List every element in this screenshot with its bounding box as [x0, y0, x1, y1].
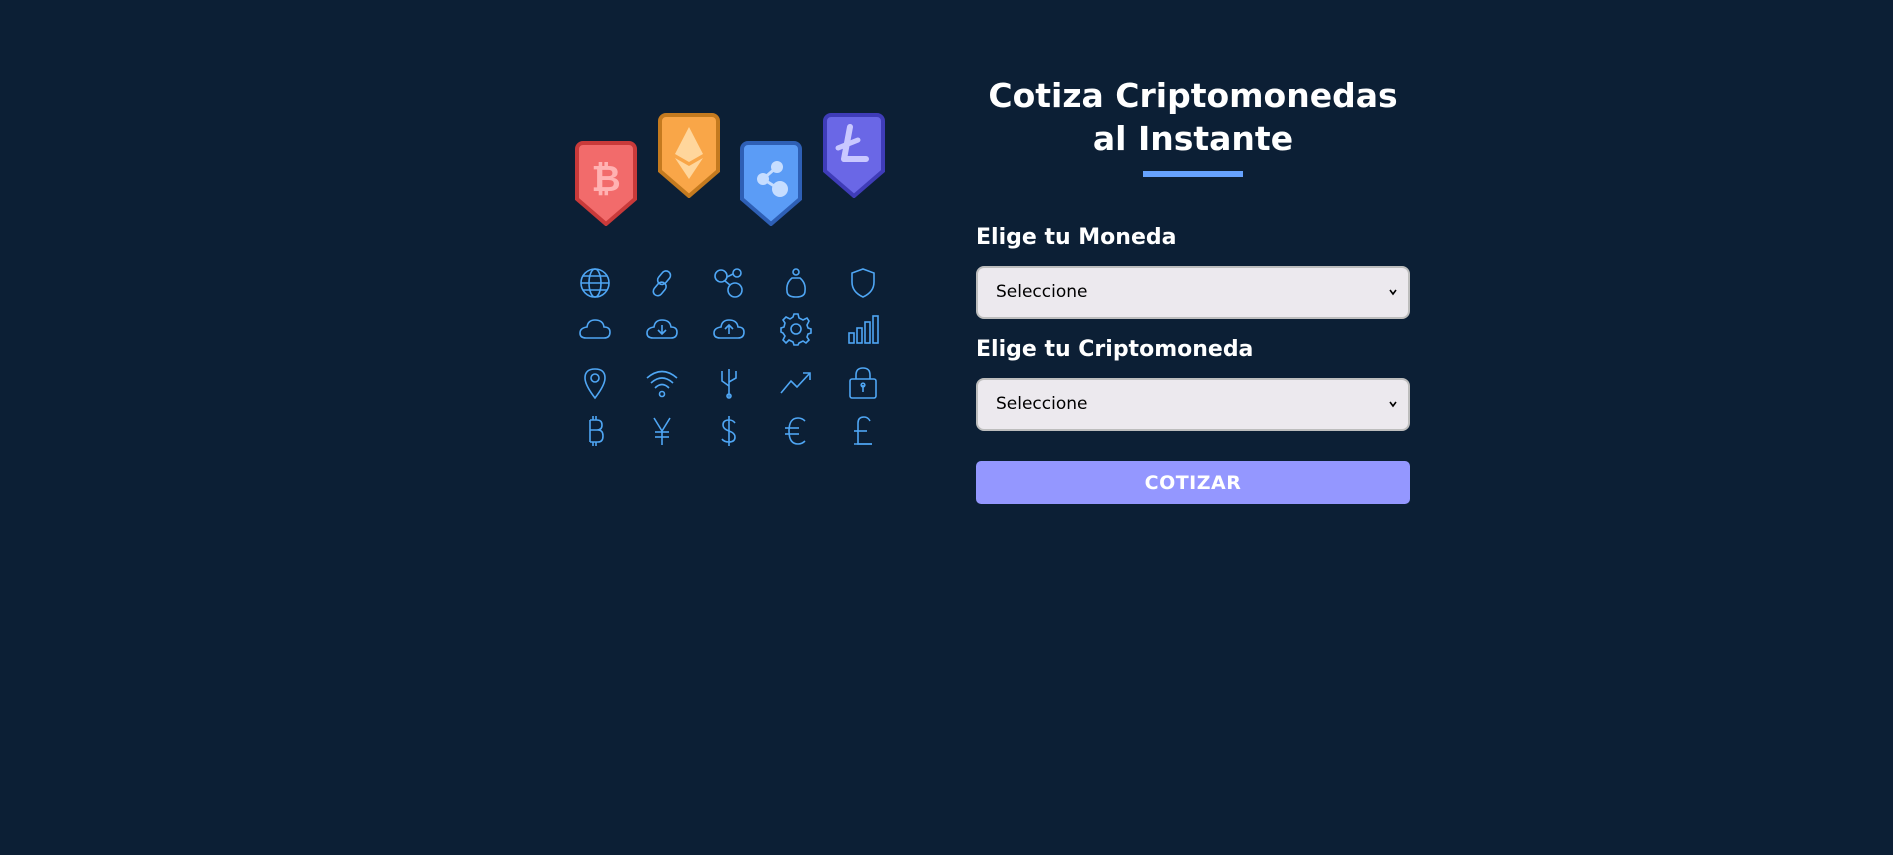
pound-icon: [845, 413, 881, 449]
cloud-icon: [577, 311, 613, 347]
crypto-illustration: ₿: [565, 105, 895, 465]
dollar-icon: [711, 413, 747, 449]
crypto-select[interactable]: Seleccione: [976, 378, 1410, 431]
page-title: Cotiza Criptomonedas al Instante: [988, 76, 1398, 158]
currency-label: Elige tu Moneda: [976, 225, 1177, 250]
quote-form: Cotiza Criptomonedas al Instante Elige t…: [976, 74, 1410, 504]
shield-icon: [845, 265, 881, 301]
euro-icon: [778, 413, 814, 449]
trending-up-icon: [778, 365, 814, 401]
yen-icon: [644, 413, 680, 449]
ripple-icon: [740, 141, 802, 226]
usb-plug-icon: [711, 365, 747, 401]
chevron-down-icon: [1388, 399, 1398, 409]
gear-icon: [778, 311, 814, 347]
bitcoin-symbol-icon: [577, 413, 613, 449]
wifi-icon: [644, 365, 680, 401]
title-underline: [1143, 171, 1243, 177]
money-bag-icon: [778, 265, 814, 301]
network-nodes-icon: [711, 265, 747, 301]
cloud-download-icon: [644, 311, 680, 347]
currency-select-value[interactable]: Seleccione: [976, 266, 1410, 319]
bar-chart-icon: [845, 311, 881, 347]
litecoin-icon: [823, 113, 885, 198]
ethereum-icon: [658, 113, 720, 198]
svg-text:₿: ₿: [591, 159, 620, 200]
chain-link-icon: [644, 265, 680, 301]
location-pin-icon: [577, 365, 613, 401]
bitcoin-icon: ₿: [575, 141, 637, 226]
globe-icon: [577, 265, 613, 301]
padlock-icon: [845, 365, 881, 401]
crypto-select-value[interactable]: Seleccione: [976, 378, 1410, 431]
app-page: ₿ Cotiza Criptomonedas al Instante Elige…: [0, 0, 1893, 855]
quote-button[interactable]: COTIZAR: [976, 461, 1410, 504]
cloud-upload-icon: [711, 311, 747, 347]
chevron-down-icon: [1388, 287, 1398, 297]
coin-badges: ₿: [565, 105, 895, 230]
currency-select[interactable]: Seleccione: [976, 266, 1410, 319]
crypto-label: Elige tu Criptomoneda: [976, 337, 1254, 362]
